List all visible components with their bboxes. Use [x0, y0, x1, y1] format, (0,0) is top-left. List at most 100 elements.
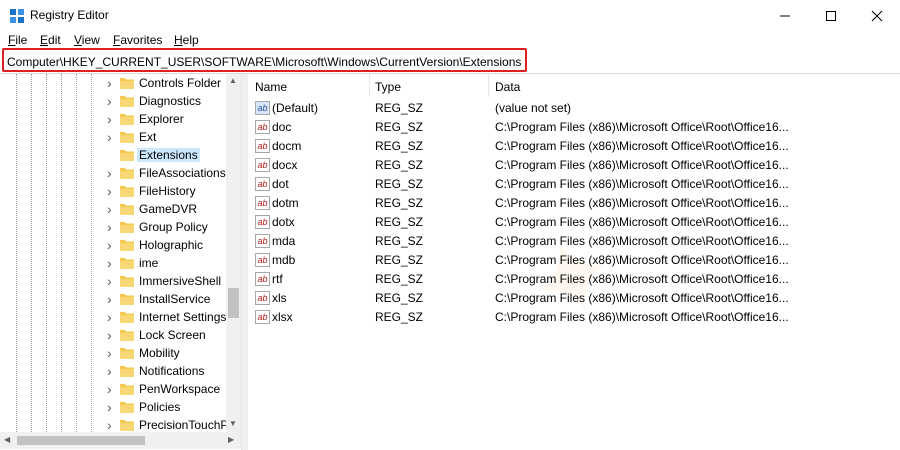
tree-item[interactable]: › InstallService: [0, 290, 226, 308]
tree-item[interactable]: › PenWorkspace: [0, 380, 226, 398]
column-header-name[interactable]: Name: [247, 74, 369, 97]
folder-icon: [120, 222, 134, 233]
chevron-right-icon[interactable]: ›: [107, 238, 117, 252]
tree-item-label: PrecisionTouchP: [139, 418, 229, 432]
value-name: xlsx: [272, 310, 293, 324]
value-row[interactable]: ab docm REG_SZ C:\Program Files (x86)\Micro…: [247, 136, 900, 155]
tree-item-label: Diagnostics: [139, 94, 202, 108]
column-header-data[interactable]: Data: [489, 74, 900, 97]
tree-item[interactable]: › Explorer: [0, 110, 226, 128]
chevron-right-icon[interactable]: ›: [107, 328, 117, 342]
tree-item-label: FileHistory: [139, 184, 196, 198]
value-row[interactable]: ab dotm REG_SZ C:\Program Files (x86)\Micro…: [247, 193, 900, 212]
tree-item-label: InstallService: [139, 292, 211, 306]
chevron-right-icon[interactable]: ›: [107, 184, 117, 198]
tree-item[interactable]: › Group Policy: [0, 218, 226, 236]
tree-vertical-scroll-thumb[interactable]: [228, 288, 239, 318]
tree-item-label: ImmersiveShell: [139, 274, 222, 288]
string-value-icon: ab: [255, 272, 270, 286]
minimize-button[interactable]: [762, 0, 808, 31]
tree-item[interactable]: › GameDVR: [0, 200, 226, 218]
tree-item-label: Lock Screen: [139, 328, 206, 342]
tree-item[interactable]: Extensions: [0, 146, 226, 164]
tree-item[interactable]: › Notifications: [0, 362, 226, 380]
tree-item[interactable]: › Mobility: [0, 344, 226, 362]
menu-favorites[interactable]: Favorites: [113, 33, 162, 47]
chevron-right-icon[interactable]: ›: [107, 310, 117, 324]
value-row[interactable]: ab docx REG_SZ C:\Program Files (x86)\Micro…: [247, 155, 900, 174]
value-name: mdb: [272, 253, 296, 267]
tree-item[interactable]: › Lock Screen: [0, 326, 226, 344]
chevron-right-icon[interactable]: ›: [107, 256, 117, 270]
menu-file[interactable]: File: [8, 33, 27, 47]
value-name: mda: [272, 234, 296, 248]
tree-item[interactable]: › Policies: [0, 398, 226, 416]
chevron-right-icon[interactable]: ›: [107, 418, 117, 432]
value-data: C:\Program Files (x86)\Microsoft Office\…: [495, 215, 789, 229]
value-row[interactable]: ab mda REG_SZ C:\Program Files (x86)\Micros…: [247, 231, 900, 250]
value-row[interactable]: ab dot REG_SZ C:\Program Files (x86)\Micros…: [247, 174, 900, 193]
value-row[interactable]: ab (Default) REG_SZ (value not set): [247, 98, 900, 117]
tree-vertical-scrollbar[interactable]: ▲ ▼: [226, 74, 241, 432]
scroll-down-icon[interactable]: ▼: [229, 419, 237, 428]
menu-view[interactable]: View: [74, 33, 100, 47]
value-name: dot: [272, 177, 289, 191]
folder-icon: [120, 132, 134, 143]
value-type: REG_SZ: [375, 253, 424, 267]
folder-icon: [120, 312, 134, 323]
chevron-right-icon[interactable]: ›: [107, 400, 117, 414]
value-row[interactable]: ab doc REG_SZ C:\Program Files (x86)\Micros…: [247, 117, 900, 136]
chevron-right-icon[interactable]: ›: [107, 76, 117, 90]
menu-edit[interactable]: Edit: [40, 33, 61, 47]
tree-item[interactable]: › ImmersiveShell: [0, 272, 226, 290]
chevron-right-icon[interactable]: ›: [107, 202, 117, 216]
tree-item[interactable]: › ime: [0, 254, 226, 272]
chevron-right-icon[interactable]: ›: [107, 364, 117, 378]
value-row[interactable]: ab xls REG_SZ C:\Program Files (x86)\Micros…: [247, 288, 900, 307]
chevron-right-icon[interactable]: ›: [107, 274, 117, 288]
value-row[interactable]: ab rtf REG_SZ C:\Program Files (x86)\Micros…: [247, 269, 900, 288]
tree-item-label: Holographic: [139, 238, 204, 252]
folder-icon: [120, 240, 134, 251]
tree-item-label: Extensions: [137, 148, 200, 162]
chevron-right-icon[interactable]: ›: [107, 166, 117, 180]
menu-help[interactable]: Help: [174, 33, 199, 47]
maximize-button[interactable]: [808, 0, 854, 31]
chevron-right-icon[interactable]: ›: [107, 130, 117, 144]
chevron-right-icon[interactable]: ›: [107, 220, 117, 234]
tree-item-label: PenWorkspace: [139, 382, 221, 396]
tree-item[interactable]: › FileHistory: [0, 182, 226, 200]
chevron-right-icon[interactable]: ›: [107, 112, 117, 126]
value-name: (Default): [272, 101, 319, 115]
folder-icon: [120, 78, 134, 89]
tree-item[interactable]: › Internet Settings: [0, 308, 226, 326]
chevron-right-icon[interactable]: ›: [107, 292, 117, 306]
value-type: REG_SZ: [375, 272, 424, 286]
chevron-right-icon[interactable]: ›: [107, 382, 117, 396]
value-type: REG_SZ: [375, 310, 424, 324]
chevron-right-icon[interactable]: ›: [107, 94, 117, 108]
scroll-left-icon[interactable]: ◀: [4, 435, 10, 444]
scroll-right-icon[interactable]: ▶: [228, 435, 234, 444]
tree-horizontal-scrollbar[interactable]: ◀ ▶: [0, 432, 241, 449]
close-button[interactable]: [854, 0, 900, 31]
tree-item-label: ime: [139, 256, 159, 270]
chevron-right-icon[interactable]: ›: [107, 346, 117, 360]
tree-item[interactable]: › Holographic: [0, 236, 226, 254]
value-name: docx: [272, 158, 298, 172]
tree-item[interactable]: › Diagnostics: [0, 92, 226, 110]
folder-icon: [120, 294, 134, 305]
column-header-type[interactable]: Type: [370, 74, 488, 97]
value-row[interactable]: ab xlsx REG_SZ C:\Program Files (x86)\Micro…: [247, 307, 900, 326]
value-row[interactable]: ab dotx REG_SZ C:\Program Files (x86)\Micro…: [247, 212, 900, 231]
tree-item[interactable]: › Ext: [0, 128, 226, 146]
value-data: C:\Program Files (x86)\Microsoft Office\…: [495, 253, 789, 267]
tree-item[interactable]: › FileAssociations: [0, 164, 226, 182]
scroll-up-icon[interactable]: ▲: [229, 76, 237, 85]
tree-item[interactable]: › Controls Folder: [0, 74, 226, 92]
tree-horizontal-scroll-thumb[interactable]: [17, 436, 145, 445]
value-type: REG_SZ: [375, 196, 424, 210]
value-type: REG_SZ: [375, 158, 424, 172]
value-row[interactable]: ab mdb REG_SZ C:\Program Files (x86)\Micros…: [247, 250, 900, 269]
value-name: rtf: [272, 272, 283, 286]
